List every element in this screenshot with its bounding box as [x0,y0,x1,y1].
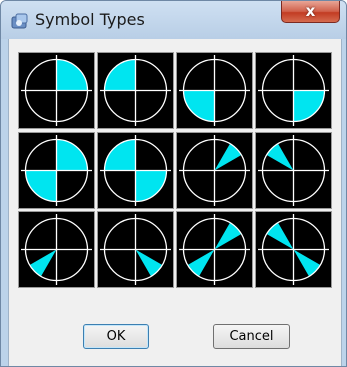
app-icon [11,13,28,29]
symbol-wedge-NW[interactable] [255,131,332,209]
title-bar[interactable]: Symbol Types x [1,1,346,39]
half-NE-SW-icon [21,134,92,206]
double-wedge-NE-SW-icon [179,214,250,285]
symbol-wedge-NE[interactable] [176,131,253,209]
wedge-NW-icon [258,134,329,206]
wedge-SW-icon [21,214,92,285]
symbol-half-NE-SW[interactable] [18,131,95,209]
symbol-double-wedge-NW-SE[interactable] [255,211,332,288]
quarter-SW-icon [179,55,250,126]
symbol-double-wedge-NE-SW[interactable] [176,211,253,288]
quarter-SE-icon [258,55,329,126]
symbol-quarter-NW[interactable] [97,52,174,129]
wedge-SE-icon [100,214,171,285]
quarter-NE-icon [21,55,92,126]
quarter-NW-icon [100,55,171,126]
double-wedge-NW-SE-icon [258,214,329,285]
ok-button[interactable]: OK [83,324,149,349]
symbol-half-NW-SE[interactable] [97,131,174,209]
symbol-types-dialog: Symbol Types x OK Cancel [0,0,347,367]
symbol-quarter-NE[interactable] [18,52,95,129]
symbol-wedge-SE[interactable] [97,211,174,288]
cancel-button[interactable]: Cancel [213,324,290,349]
symbol-wedge-SW[interactable] [18,211,95,288]
dialog-body: OK Cancel [8,39,342,366]
close-button[interactable]: x [281,1,340,23]
half-NW-SE-icon [100,134,171,206]
symbol-quarter-SW[interactable] [176,52,253,129]
close-icon: x [305,2,316,20]
symbol-quarter-SE[interactable] [255,52,332,129]
wedge-NE-icon [179,134,250,206]
window-title: Symbol Types [35,10,145,29]
symbol-grid [18,52,332,288]
